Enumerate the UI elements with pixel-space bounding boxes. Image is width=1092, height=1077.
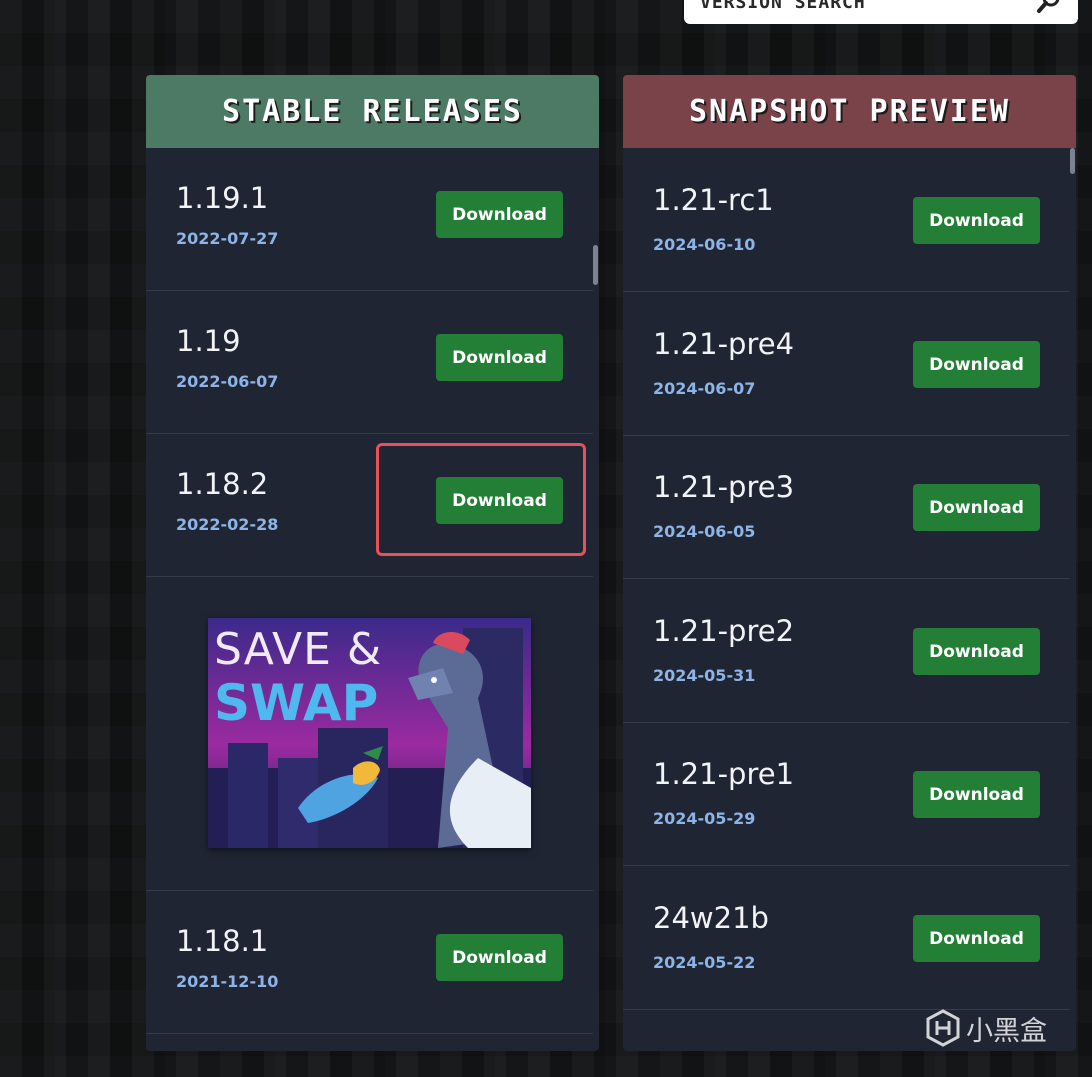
snapshot-row: 1.21-pre3 2024-06-05 Download xyxy=(623,436,1070,579)
snapshot-preview-panel: SNAPSHOT PREVIEW 1.21-rc1 2024-06-10 Dow… xyxy=(623,75,1076,1051)
stable-releases-header: STABLE RELEASES xyxy=(146,75,599,148)
version-search-box[interactable]: VERSION SEARCH xyxy=(684,0,1078,24)
snapshot-date: 2024-05-29 xyxy=(653,809,756,828)
download-button[interactable]: Download xyxy=(913,197,1040,244)
release-version: 1.19.1 xyxy=(176,181,269,215)
snapshot-preview-list[interactable]: 1.21-rc1 2024-06-10 Download 1.21-pre4 2… xyxy=(623,148,1076,1051)
snapshot-version: 1.21-pre3 xyxy=(653,470,795,504)
snapshot-version: 1.21-pre2 xyxy=(653,614,795,648)
download-button[interactable]: Download xyxy=(913,915,1040,962)
release-date: 2022-06-07 xyxy=(176,372,279,391)
ad-row: SAVE & SWAP xyxy=(146,577,593,891)
download-button[interactable]: Download xyxy=(436,934,563,981)
release-row: 1.19 2022-06-07 Download xyxy=(146,291,593,434)
snapshot-preview-header: SNAPSHOT PREVIEW xyxy=(623,75,1076,148)
release-date: 2022-07-27 xyxy=(176,229,279,248)
release-version: 1.18.2 xyxy=(176,467,269,501)
download-button[interactable]: Download xyxy=(913,341,1040,388)
save-and-swap-ad-image[interactable]: SAVE & SWAP xyxy=(208,618,531,848)
snapshot-row: 1.21-rc1 2024-06-10 Download xyxy=(623,148,1070,292)
snapshot-version: 24w21b xyxy=(653,901,769,935)
snapshot-date: 2024-05-31 xyxy=(653,666,756,685)
snapshot-date: 2024-06-10 xyxy=(653,235,756,254)
snapshot-date: 2024-06-07 xyxy=(653,379,756,398)
release-date: 2021-12-10 xyxy=(176,972,279,991)
release-row: 1.19.1 2022-07-27 Download xyxy=(146,148,593,291)
search-icon[interactable] xyxy=(1036,0,1062,15)
version-search-label: VERSION SEARCH xyxy=(700,0,866,13)
heybox-logo-icon xyxy=(926,1009,960,1047)
snapshot-version: 1.21-pre4 xyxy=(653,327,795,361)
snapshot-version: 1.21-rc1 xyxy=(653,183,774,217)
snapshot-row: 1.21-pre2 2024-05-31 Download xyxy=(623,579,1070,723)
download-button[interactable]: Download xyxy=(913,628,1040,675)
snapshot-date: 2024-05-22 xyxy=(653,953,756,972)
watermark: 小黑盒 xyxy=(926,1006,1047,1050)
snapshot-scrollbar-thumb[interactable] xyxy=(1070,148,1075,174)
stable-releases-panel: STABLE RELEASES 1.19.1 2022-07-27 Downlo… xyxy=(146,75,599,1051)
snapshot-version: 1.21-pre1 xyxy=(653,757,795,791)
ad-headline-line2: SWAP xyxy=(214,674,379,732)
snapshot-row: 24w21b 2024-05-22 Download xyxy=(623,866,1070,1010)
download-button[interactable]: Download xyxy=(913,484,1040,531)
watermark-text: 小黑盒 xyxy=(966,1015,1047,1047)
download-button[interactable]: Download xyxy=(436,191,563,238)
download-button[interactable]: Download xyxy=(913,771,1040,818)
highlight-annotation xyxy=(376,443,586,556)
release-version: 1.19 xyxy=(176,324,241,358)
snapshot-row: 1.21-pre1 2024-05-29 Download xyxy=(623,723,1070,866)
release-version: 1.18.1 xyxy=(176,924,269,958)
ad-headline-line1: SAVE & xyxy=(214,624,383,675)
snapshot-row: 1.21-pre4 2024-06-07 Download xyxy=(623,292,1070,436)
stable-releases-list[interactable]: 1.19.1 2022-07-27 Download 1.19 2022-06-… xyxy=(146,148,599,1051)
release-date: 2022-02-28 xyxy=(176,515,279,534)
stable-scrollbar-thumb[interactable] xyxy=(593,245,598,285)
snapshot-date: 2024-06-05 xyxy=(653,522,756,541)
download-button[interactable]: Download xyxy=(436,334,563,381)
release-row: 1.18.1 2021-12-10 Download xyxy=(146,891,593,1034)
